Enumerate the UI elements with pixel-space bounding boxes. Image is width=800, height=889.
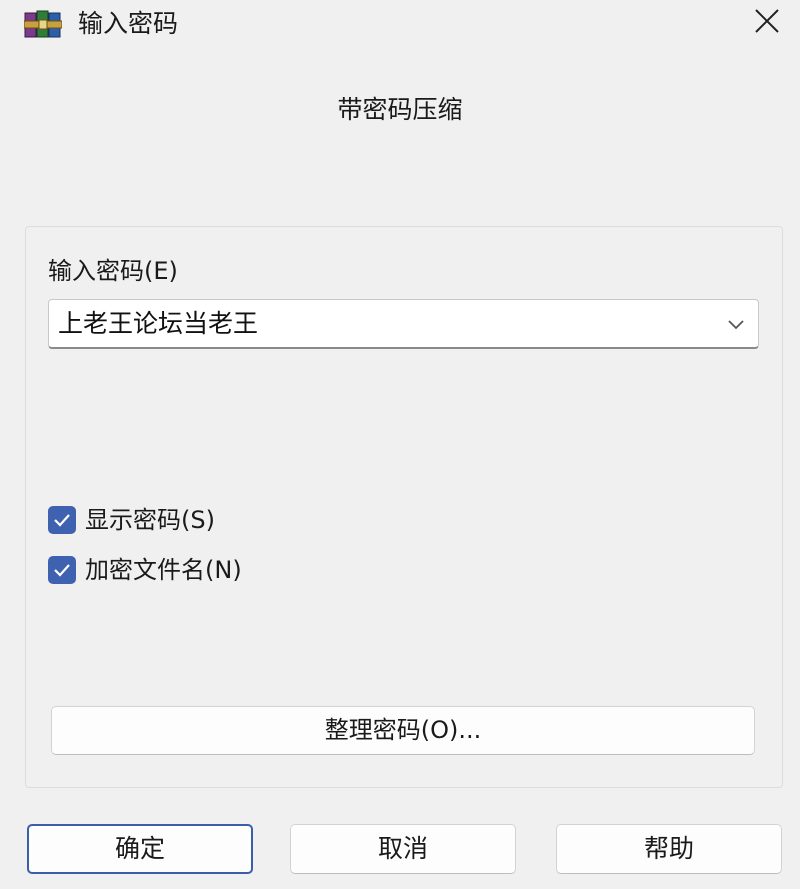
title-bar: 输入密码 <box>0 0 800 50</box>
show-password-label[interactable]: 显示密码(S) <box>85 503 215 537</box>
close-icon <box>754 8 780 38</box>
checkmark-icon <box>54 564 70 577</box>
encrypt-filenames-checkbox[interactable] <box>48 556 76 584</box>
show-password-checkbox[interactable] <box>48 506 76 534</box>
password-input[interactable]: 上老王论坛当老王 <box>58 307 258 341</box>
winrar-books-icon <box>23 9 63 39</box>
password-dialog: 输入密码 带密码压缩 输入密码(E) 上老王论坛当老王 显示密码(S) 加密文件… <box>0 0 800 889</box>
ok-button[interactable]: 确定 <box>27 824 253 874</box>
chevron-down-icon[interactable] <box>726 316 746 330</box>
dialog-caption: 带密码压缩 <box>337 95 463 124</box>
cancel-button[interactable]: 取消 <box>290 824 516 874</box>
organize-passwords-button[interactable]: 整理密码(O)... <box>51 706 755 755</box>
show-password-option[interactable]: 显示密码(S) <box>48 503 215 537</box>
encrypt-filenames-option[interactable]: 加密文件名(N) <box>48 553 242 587</box>
help-button[interactable]: 帮助 <box>556 824 782 874</box>
checkmark-icon <box>54 514 70 527</box>
close-button[interactable] <box>740 0 794 46</box>
password-label: 输入密码(E) <box>48 257 178 285</box>
encrypt-filenames-label[interactable]: 加密文件名(N) <box>85 553 242 587</box>
password-combobox[interactable]: 上老王论坛当老王 <box>48 299 759 349</box>
window-title: 输入密码 <box>78 9 179 38</box>
